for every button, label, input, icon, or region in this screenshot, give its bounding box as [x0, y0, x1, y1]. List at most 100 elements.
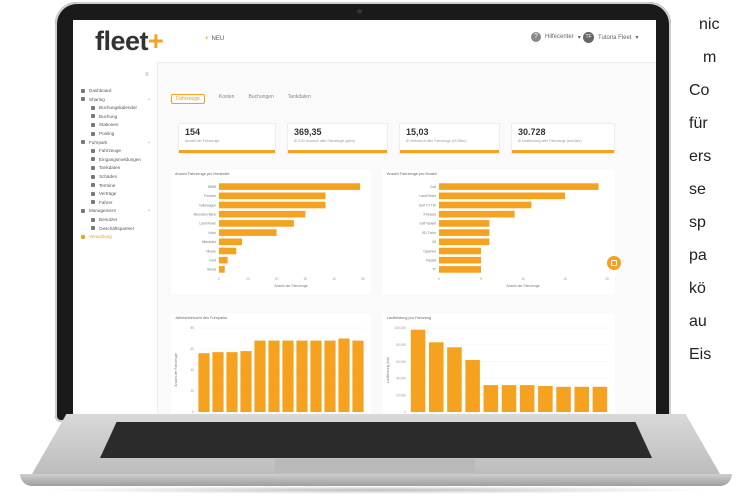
chevron-down-icon[interactable]: ⌄ [147, 207, 151, 213]
sidebar-item-icon [81, 97, 85, 102]
app-screen: fleet+ + NEU ? Hilfecenter ▾ TF Tutoria Fl… [73, 20, 656, 414]
laptop-frame: fleet+ + NEU ? Hilfecenter ▾ TF Tutoria Fl… [0, 0, 751, 497]
sidebar-item-geschäftspartner[interactable]: Geschäftspartner [91, 226, 134, 231]
sidebar-item-stationen[interactable]: Stationen [91, 122, 118, 127]
kpi-card-vehicle-count: 154 Anzahl der Fahrzeuge [179, 124, 275, 153]
plus-icon: + [205, 36, 209, 42]
bar [439, 210, 515, 218]
category-label: Mitsubishi [202, 240, 216, 244]
axis-label: Laufleistung (km) [386, 357, 390, 383]
bar [219, 183, 361, 190]
sidebar-item-label: Verwaltung [89, 234, 112, 240]
side-text-line: pa [689, 247, 707, 264]
sidebar-item-verträge[interactable]: Verträge [91, 191, 116, 196]
sidebar-item-label: Eingangsmeldungen [99, 156, 141, 162]
side-text-line: Eis [689, 346, 712, 363]
keyboard [100, 422, 652, 458]
sidebar-item-label: Fuhrpark [89, 139, 108, 145]
tab-bookings[interactable]: Buchungen [248, 94, 273, 104]
sidebar-item-label: Termine [99, 182, 116, 188]
sidebar-item-benutzer[interactable]: Benutzer [91, 217, 117, 222]
axis-label: Anzahl der Fahrzeuge [274, 284, 307, 288]
collapse-sidebar-icon[interactable]: ≡ [145, 72, 149, 78]
bar [574, 386, 589, 412]
app-logo[interactable]: fleet+ [95, 26, 164, 57]
tick-label: 60 [190, 347, 194, 351]
category-label: Mercedes-Benz [194, 213, 217, 217]
tab-bar: Fahrzeuge Kosten Buchungen Tankdaten [171, 94, 311, 104]
dashboard-main: Fahrzeuge Kosten Buchungen Tankdaten 154… [157, 62, 656, 414]
bar [439, 247, 481, 255]
avatar: TF [583, 32, 594, 43]
side-text-line: nic [699, 16, 720, 33]
category-label: Golf Variant [419, 222, 436, 226]
sidebar-item-buchung[interactable]: Buchung [91, 114, 117, 119]
side-text-line: se [689, 181, 706, 198]
sidebar-item-fahrzeuge[interactable]: Fahrzeuge [91, 148, 121, 153]
new-button[interactable]: + NEU [205, 36, 224, 42]
tab-costs[interactable]: Kosten [219, 94, 235, 104]
bar [310, 340, 322, 412]
category-label: 911 Turbo [422, 231, 436, 235]
bar [439, 238, 490, 246]
tick-label: 15 [563, 277, 567, 281]
sidebar-item-label: Schäden [99, 174, 118, 179]
tick-label: 20.000 [396, 393, 406, 397]
sidebar-item-termine[interactable]: Termine [91, 183, 115, 188]
bar [501, 385, 517, 412]
side-text-line: m [703, 49, 717, 66]
chart-panel-manufacturer: Anzahl Fahrzeuge pro Hersteller BMW Porsc… [171, 170, 371, 294]
sidebar-item-management[interactable]: Management [81, 208, 116, 213]
bar [439, 256, 481, 264]
sidebar-item-pooling[interactable]: Pooling [91, 131, 114, 136]
category-label: Volkswagen [199, 203, 216, 207]
sidebar-item-buchungskalender[interactable]: Buchungskalender [91, 105, 137, 110]
sidebar-item-label: Geschäftspartner [99, 225, 135, 231]
tick-label: 80.000 [396, 343, 406, 347]
tab-vehicles[interactable]: Fahrzeuge [171, 94, 205, 104]
sidebar-item-verwaltung[interactable]: Verwaltung [81, 234, 112, 239]
chat-fab-button[interactable] [607, 256, 621, 270]
bar [240, 351, 252, 412]
bar [219, 192, 326, 200]
side-text-line: ers [689, 148, 712, 165]
sidebar-item-schäden[interactable]: Schäden [91, 174, 117, 179]
chevron-down-icon[interactable]: ⌄ [147, 139, 151, 145]
bar [439, 229, 490, 236]
category-label: Land Rover [420, 194, 437, 198]
sidebar-item-fuhrpark[interactable]: Fuhrpark [81, 140, 107, 145]
bar [439, 220, 490, 227]
bar [447, 347, 462, 412]
sidebar-item-dashboard[interactable]: Dashboard [81, 88, 111, 93]
sidebar-item-icon [91, 191, 95, 196]
help-center-button[interactable]: ? Hilfecenter ▾ [531, 32, 581, 42]
sidebar-item-eingangsmeldungen[interactable]: Eingangsmeldungen [91, 157, 141, 162]
sidebar: ≡ Dashboard Sharing ⌄ Buchungskalender Buchu… [73, 62, 158, 414]
chevron-down-icon[interactable]: ⌄ [147, 96, 151, 102]
sidebar-item-tankdaten[interactable]: Tankdaten [91, 165, 120, 170]
sidebar-item-fahrer[interactable]: Fahrer [91, 200, 113, 205]
sidebar-item-icon [91, 165, 95, 170]
bar [219, 256, 228, 264]
sidebar-item-sharing[interactable]: Sharing [81, 97, 105, 102]
tab-fuel-data[interactable]: Tankdaten [288, 94, 311, 104]
category-label: Nissan [206, 249, 216, 253]
kpi-card-consumption: 15,03 Ø Verbrauch aller Fahrzeuge (l/100k… [400, 124, 499, 153]
side-text-column: nic m Co für ers se sp pa kö au Eis [689, 0, 751, 430]
sidebar-item-icon [81, 234, 85, 239]
category-label: Skoda [207, 268, 216, 272]
side-text-line: für [689, 115, 708, 132]
tick-label: 10 [246, 277, 250, 281]
bar [219, 238, 243, 246]
category-label: Golf 7.0 TDI [419, 203, 436, 207]
bar [519, 385, 535, 412]
sidebar-item-icon [81, 88, 85, 93]
bar [324, 340, 336, 412]
trackpad [275, 459, 475, 473]
sidebar-item-icon [91, 226, 95, 231]
bar [592, 386, 608, 412]
bar [282, 340, 294, 412]
category-label: Land Rover [200, 222, 217, 226]
user-menu[interactable]: TF Tutoria Fleet ▾ [583, 32, 638, 43]
sidebar-item-icon [91, 200, 95, 205]
